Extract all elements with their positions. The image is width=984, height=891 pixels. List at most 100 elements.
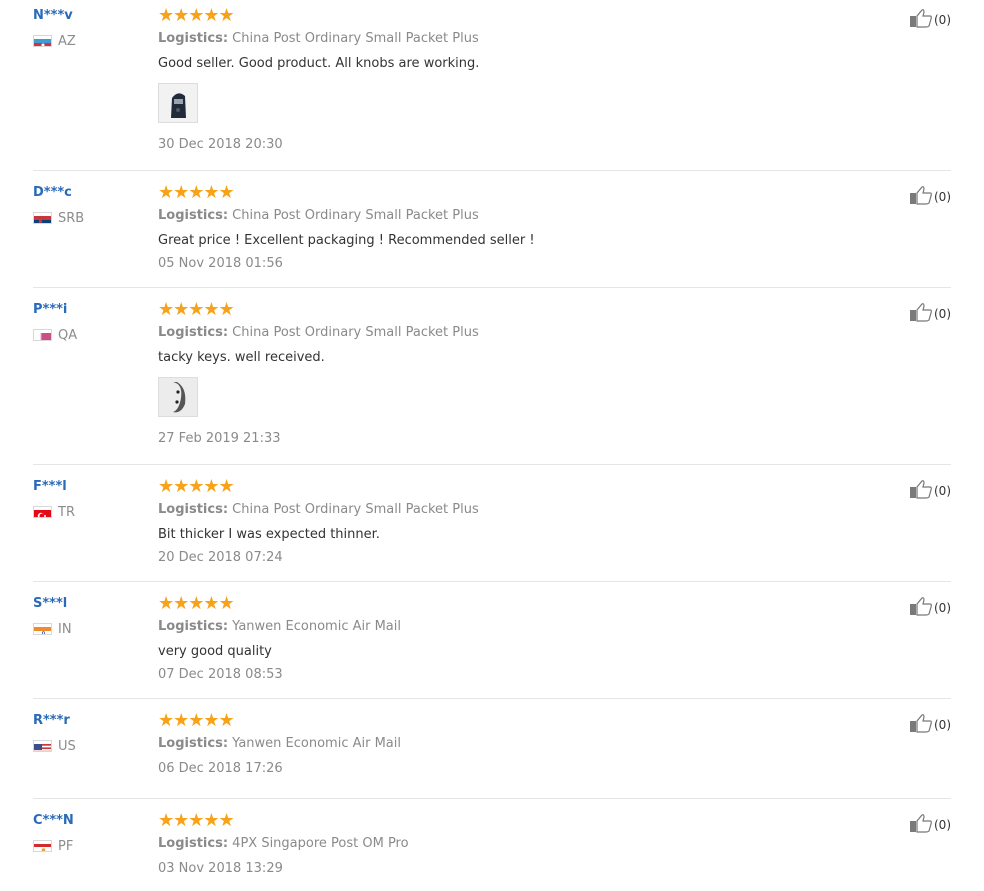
logistics-value: China Post Ordinary Small Packet Plus (232, 502, 479, 517)
product-photo-thumbnail[interactable] (158, 83, 198, 123)
review-date: 03 Nov 2018 13:29 (158, 861, 283, 876)
thumbs-up-icon[interactable] (909, 185, 933, 209)
country-code: SRB (58, 210, 85, 226)
reviewer-country: US (33, 738, 153, 754)
logistics-info: Logistics: China Post Ordinary Small Pac… (158, 207, 858, 225)
helpful-button[interactable]: (0) (909, 185, 951, 209)
reviewer-country: SRB (33, 210, 153, 226)
review-item: R***r US ★★★★★ Logistics: Yanwen Economi… (33, 705, 951, 799)
logistics-value: Yanwen Economic Air Mail (232, 619, 401, 634)
review-item: C***N PF ★★★★★ Logistics: 4PX Singapore … (33, 805, 951, 891)
star-rating: ★★★★★ (158, 476, 235, 497)
review-content: ★★★★★ Logistics: Yanwen Economic Air Mai… (158, 712, 858, 778)
star-rating: ★★★★★ (158, 593, 235, 614)
review-text: Bit thicker I was expected thinner. (158, 527, 380, 542)
logistics-value: China Post Ordinary Small Packet Plus (232, 31, 479, 46)
reviewer-info: S***l IN (33, 595, 153, 637)
logistics-label: Logistics: (158, 502, 229, 517)
country-code: US (58, 738, 76, 754)
star-rating: ★★★★★ (158, 299, 235, 320)
reviewer-info: P***i QA (33, 301, 153, 343)
review-date: 20 Dec 2018 07:24 (158, 550, 283, 565)
country-code: PF (58, 838, 74, 854)
logistics-value: 4PX Singapore Post OM Pro (232, 836, 409, 851)
turkey-flag-icon (33, 506, 52, 518)
helpful-count: (0) (934, 818, 951, 832)
reviewer-name: N***v (33, 8, 73, 23)
product-photo-thumbnail[interactable] (158, 377, 198, 417)
review-content: ★★★★★ Logistics: 4PX Singapore Post OM P… (158, 812, 858, 878)
logistics-value: China Post Ordinary Small Packet Plus (232, 208, 479, 223)
reviewer-name: P***i (33, 302, 68, 317)
reviewer-name: D***c (33, 185, 72, 200)
thumbs-up-icon[interactable] (909, 813, 933, 837)
country-code: TR (58, 504, 75, 520)
helpful-button[interactable]: (0) (909, 813, 951, 837)
review-date: 07 Dec 2018 08:53 (158, 667, 283, 682)
country-code: IN (58, 621, 72, 637)
helpful-count: (0) (934, 307, 951, 321)
helpful-count: (0) (934, 601, 951, 615)
helpful-count: (0) (934, 484, 951, 498)
reviewer-country: IN (33, 621, 153, 637)
review-content: ★★★★★ Logistics: China Post Ordinary Sma… (158, 478, 858, 567)
logistics-info: Logistics: China Post Ordinary Small Pac… (158, 324, 858, 342)
reviewer-country: PF (33, 838, 153, 854)
review-content: ★★★★★ Logistics: China Post Ordinary Sma… (158, 184, 858, 273)
french-polynesia-flag-icon (33, 840, 52, 852)
reviewer-name: S***l (33, 596, 68, 611)
logistics-label: Logistics: (158, 208, 229, 223)
reviewer-name: R***r (33, 713, 70, 728)
qatar-flag-icon (33, 329, 52, 341)
reviewer-info: N***v AZ (33, 7, 153, 49)
reviewer-info: D***c SRB (33, 184, 153, 226)
review-item: P***i QA ★★★★★ Logistics: China Post Ord… (33, 294, 951, 465)
review-text: tacky keys. well received. (158, 350, 325, 365)
thumbs-up-icon[interactable] (909, 596, 933, 620)
logistics-info: Logistics: China Post Ordinary Small Pac… (158, 30, 858, 48)
azerbaijan-flag-icon (33, 35, 52, 47)
review-item: D***c SRB ★★★★★ Logistics: China Post Or… (33, 177, 951, 288)
review-item: N***v AZ ★★★★★ Logistics: China Post Ord… (33, 0, 951, 171)
review-item: F***l TR ★★★★★ Logistics: China Post Ord… (33, 471, 951, 582)
review-date: 06 Dec 2018 17:26 (158, 761, 283, 776)
review-item: S***l IN ★★★★★ Logistics: Yanwen Economi… (33, 588, 951, 699)
thumbs-up-icon[interactable] (909, 479, 933, 503)
logistics-label: Logistics: (158, 31, 229, 46)
thumbs-up-icon[interactable] (909, 302, 933, 326)
reviewer-country: TR (33, 504, 153, 520)
review-text: Great price ! Excellent packaging ! Reco… (158, 233, 535, 248)
reviewer-info: F***l TR (33, 478, 153, 520)
star-rating: ★★★★★ (158, 810, 235, 831)
thumbs-up-icon[interactable] (909, 713, 933, 737)
india-flag-icon (33, 623, 52, 635)
country-code: AZ (58, 33, 76, 49)
review-date: 27 Feb 2019 21:33 (158, 431, 281, 446)
helpful-button[interactable]: (0) (909, 479, 951, 503)
logistics-value: Yanwen Economic Air Mail (232, 736, 401, 751)
review-text: very good quality (158, 644, 272, 659)
helpful-button[interactable]: (0) (909, 596, 951, 620)
thumbs-up-icon[interactable] (909, 8, 933, 32)
serbia-flag-icon (33, 212, 52, 224)
helpful-button[interactable]: (0) (909, 302, 951, 326)
helpful-count: (0) (934, 718, 951, 732)
logistics-label: Logistics: (158, 736, 229, 751)
helpful-count: (0) (934, 190, 951, 204)
star-rating: ★★★★★ (158, 5, 235, 26)
helpful-button[interactable]: (0) (909, 8, 951, 32)
helpful-count: (0) (934, 13, 951, 27)
logistics-info: Logistics: 4PX Singapore Post OM Pro (158, 835, 858, 853)
country-code: QA (58, 327, 78, 343)
review-content: ★★★★★ Logistics: China Post Ordinary Sma… (158, 301, 858, 448)
reviewer-country: QA (33, 327, 153, 343)
reviewer-name: F***l (33, 479, 67, 494)
logistics-label: Logistics: (158, 619, 229, 634)
review-text: Good seller. Good product. All knobs are… (158, 56, 480, 71)
helpful-button[interactable]: (0) (909, 713, 951, 737)
review-date: 30 Dec 2018 20:30 (158, 137, 283, 152)
usa-flag-icon (33, 740, 52, 752)
review-content: ★★★★★ Logistics: China Post Ordinary Sma… (158, 7, 858, 154)
logistics-info: Logistics: China Post Ordinary Small Pac… (158, 501, 858, 519)
logistics-info: Logistics: Yanwen Economic Air Mail (158, 735, 858, 753)
